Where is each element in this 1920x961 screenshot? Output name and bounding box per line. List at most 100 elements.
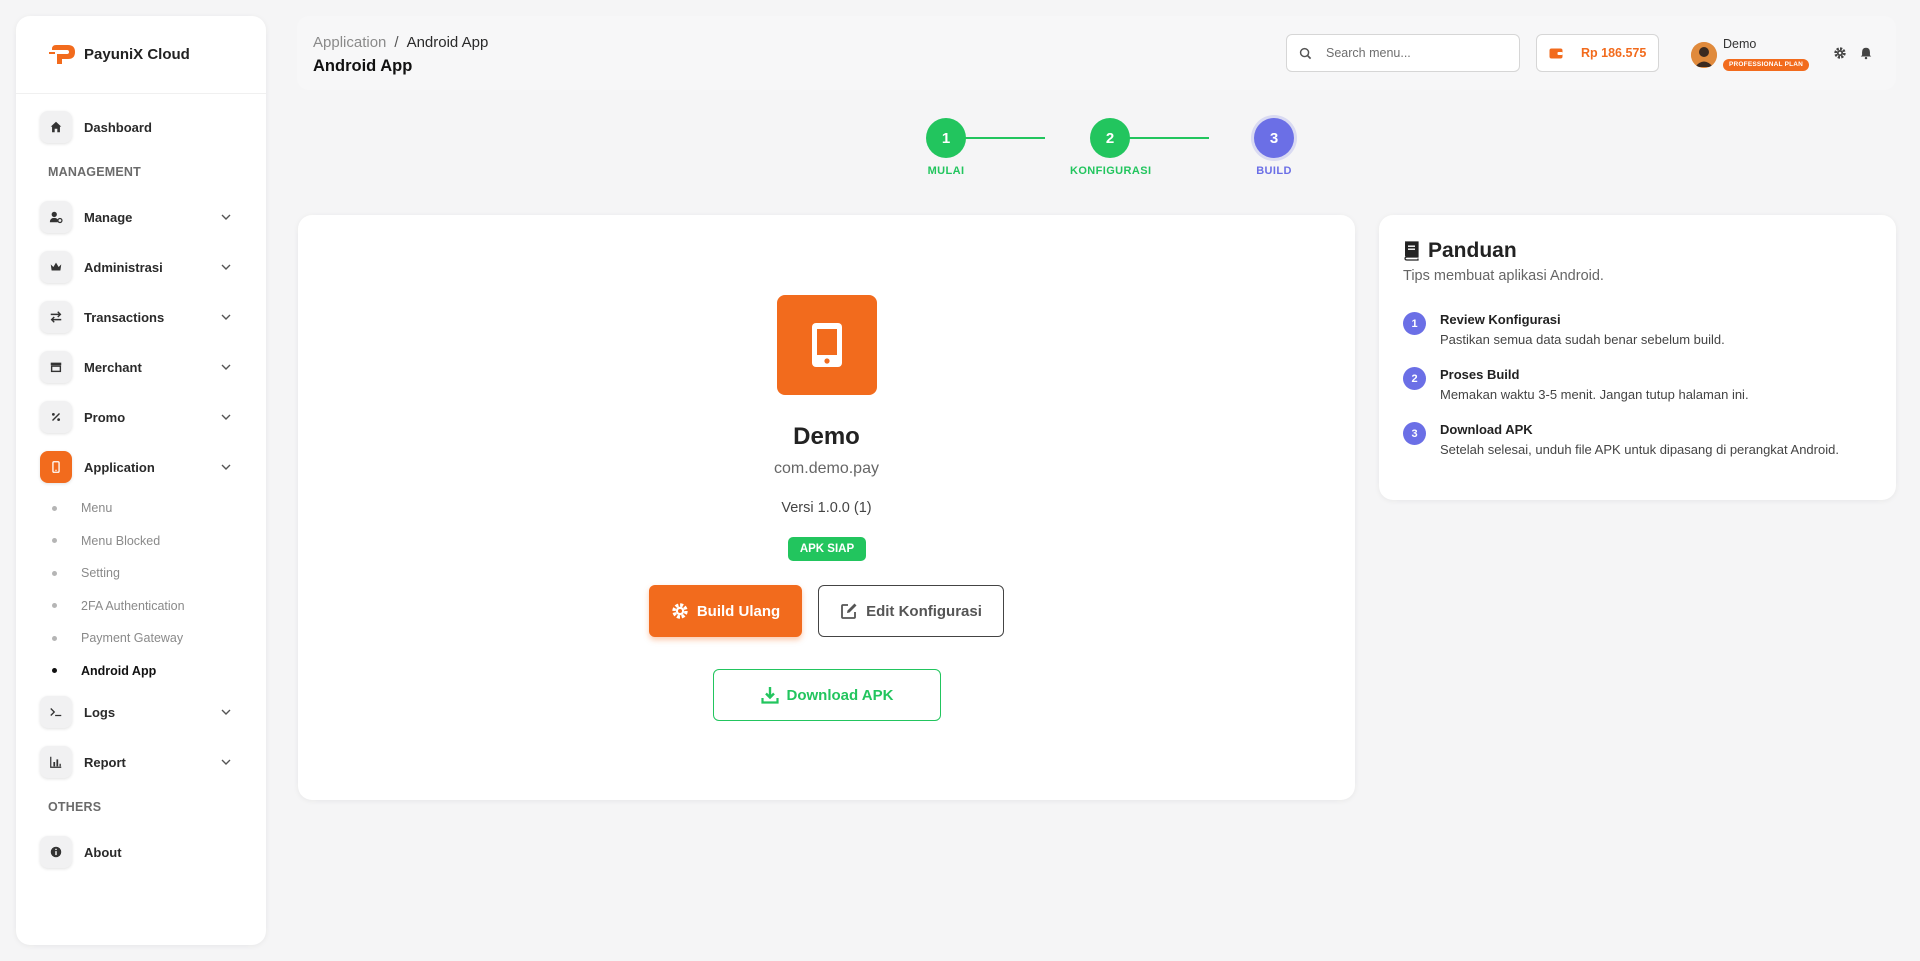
search-box[interactable] — [1286, 34, 1520, 72]
sidebar-item-logs[interactable]: Logs — [16, 687, 266, 737]
sidebar-item-label: Report — [84, 754, 126, 770]
sidebar-item-report[interactable]: Report — [16, 737, 266, 787]
step-number: 1 — [926, 118, 966, 158]
sidebar: PayuniX Cloud Dashboard MANAGEMENT Manag… — [16, 16, 266, 945]
submenu-item-menu-blocked[interactable]: Menu Blocked — [52, 525, 266, 558]
brand-name: PayuniX Cloud — [84, 46, 190, 63]
search-input[interactable] — [1326, 46, 1496, 60]
user-name: Demo — [1723, 37, 1757, 51]
sidebar-nav: Dashboard MANAGEMENT Manage Administrasi… — [16, 94, 266, 877]
submenu-item-2fa[interactable]: 2FA Authentication — [52, 590, 266, 623]
status-badge: APK SIAP — [788, 537, 866, 561]
chevron-down-icon — [221, 414, 231, 420]
page-title: Android App — [313, 57, 413, 75]
chart-bar-icon — [40, 746, 72, 778]
sidebar-item-label: Application — [84, 459, 155, 475]
sidebar-item-promo[interactable]: Promo — [16, 392, 266, 442]
wallet-balance[interactable]: Rp 186.575 — [1536, 34, 1659, 72]
bell-icon[interactable] — [1859, 46, 1873, 60]
step-konfigurasi: 2 KONFIGURASI — [1070, 118, 1151, 177]
chevron-down-icon — [221, 214, 231, 220]
tip-number: 2 — [1403, 367, 1426, 390]
edit-icon — [841, 603, 857, 619]
submenu-item-payment-gateway[interactable]: Payment Gateway — [52, 622, 266, 655]
user-menu[interactable]: Demo PROFESSIONAL PLAN — [1691, 37, 1810, 71]
sidebar-item-label: Promo — [84, 409, 126, 425]
breadcrumb: Application / Android App — [313, 34, 488, 51]
sidebar-item-administrasi[interactable]: Administrasi — [16, 242, 266, 292]
book-icon — [1404, 241, 1419, 261]
sidebar-item-merchant[interactable]: Merchant — [16, 342, 266, 392]
edit-config-button[interactable]: Edit Konfigurasi — [818, 585, 1004, 637]
app-build-card: Demo com.demo.pay Versi 1.0.0 (1) APK SI… — [298, 215, 1355, 800]
tip-number: 1 — [1403, 312, 1426, 335]
wallet-icon — [1549, 48, 1563, 59]
app-package-name: com.demo.pay — [774, 460, 879, 477]
arrows-exchange-icon — [40, 301, 72, 333]
step-number: 3 — [1254, 118, 1294, 158]
step-build: 3 BUILD — [1234, 118, 1314, 177]
crown-icon — [40, 251, 72, 283]
sidebar-item-transactions[interactable]: Transactions — [16, 292, 266, 342]
sidebar-item-label: Merchant — [84, 359, 142, 375]
tip-title: Review Konfigurasi — [1440, 312, 1561, 327]
plan-badge: PROFESSIONAL PLAN — [1723, 58, 1810, 71]
sidebar-item-about[interactable]: About — [16, 827, 266, 877]
tip-number: 3 — [1403, 422, 1426, 445]
sidebar-item-label: Dashboard — [84, 119, 152, 135]
terminal-icon — [40, 696, 72, 728]
chevron-down-icon — [221, 364, 231, 370]
brand[interactable]: PayuniX Cloud — [16, 16, 266, 94]
breadcrumb-current: Android App — [406, 34, 489, 51]
sidebar-item-label: Manage — [84, 209, 133, 225]
chevron-down-icon — [221, 759, 231, 765]
gear-icon[interactable] — [1833, 46, 1847, 60]
sidebar-item-label: About — [84, 844, 122, 860]
submenu-item-menu[interactable]: Menu — [52, 492, 266, 525]
submenu-item-android-app[interactable]: Android App — [52, 655, 266, 688]
application-submenu: Menu Menu Blocked Setting 2FA Authentica… — [16, 492, 266, 687]
tip-description: Setelah selesai, unduh file APK untuk di… — [1440, 442, 1839, 457]
top-header: Application / Android App Android App Rp 1… — [297, 16, 1896, 90]
app-version: Versi 1.0.0 (1) — [781, 500, 872, 516]
sidebar-item-label: Logs — [84, 704, 116, 720]
section-title-management: MANAGEMENT — [48, 165, 141, 179]
sidebar-item-label: Administrasi — [84, 259, 163, 275]
guide-title: Panduan — [1403, 239, 1517, 263]
search-icon — [1299, 47, 1312, 59]
breadcrumb-parent[interactable]: Application — [313, 34, 386, 51]
home-icon — [40, 111, 72, 143]
sidebar-item-application[interactable]: Application — [16, 442, 266, 492]
gear-icon — [672, 603, 688, 619]
breadcrumb-separator: / — [394, 34, 399, 51]
chevron-down-icon — [221, 709, 231, 715]
mobile-icon — [40, 451, 72, 483]
chevron-down-icon — [221, 314, 231, 320]
section-title-others: OTHERS — [48, 800, 102, 814]
sidebar-item-manage[interactable]: Manage — [16, 192, 266, 242]
build-again-button[interactable]: Build Ulang — [649, 585, 802, 637]
store-icon — [40, 351, 72, 383]
sidebar-item-label: Transactions — [84, 309, 165, 325]
step-label: MULAI — [927, 165, 965, 177]
tip-description: Memakan waktu 3-5 menit. Jangan tutup ha… — [1440, 387, 1749, 402]
step-number: 2 — [1090, 118, 1130, 158]
step-mulai: 1 MULAI — [906, 118, 986, 177]
avatar — [1691, 41, 1717, 68]
percent-icon — [40, 401, 72, 433]
chevron-down-icon — [221, 264, 231, 270]
app-name: Demo — [793, 423, 860, 450]
download-apk-button[interactable]: Download APK — [713, 669, 941, 721]
sidebar-item-dashboard[interactable]: Dashboard — [16, 102, 266, 152]
tip-title: Download APK — [1440, 422, 1533, 437]
guide-tip: 1 Review Konfigurasi Pastikan semua data… — [1403, 312, 1725, 347]
guide-card: Panduan Tips membuat aplikasi Android. 1… — [1379, 215, 1896, 500]
submenu-item-setting[interactable]: Setting — [52, 557, 266, 590]
user-gear-icon — [40, 201, 72, 233]
brand-logo-icon — [49, 44, 75, 64]
chevron-down-icon — [221, 464, 231, 470]
tip-description: Pastikan semua data sudah benar sebelum … — [1440, 332, 1725, 347]
tip-title: Proses Build — [1440, 367, 1520, 382]
guide-tip: 2 Proses Build Memakan waktu 3-5 menit. … — [1403, 367, 1749, 402]
step-label: BUILD — [1256, 165, 1292, 177]
